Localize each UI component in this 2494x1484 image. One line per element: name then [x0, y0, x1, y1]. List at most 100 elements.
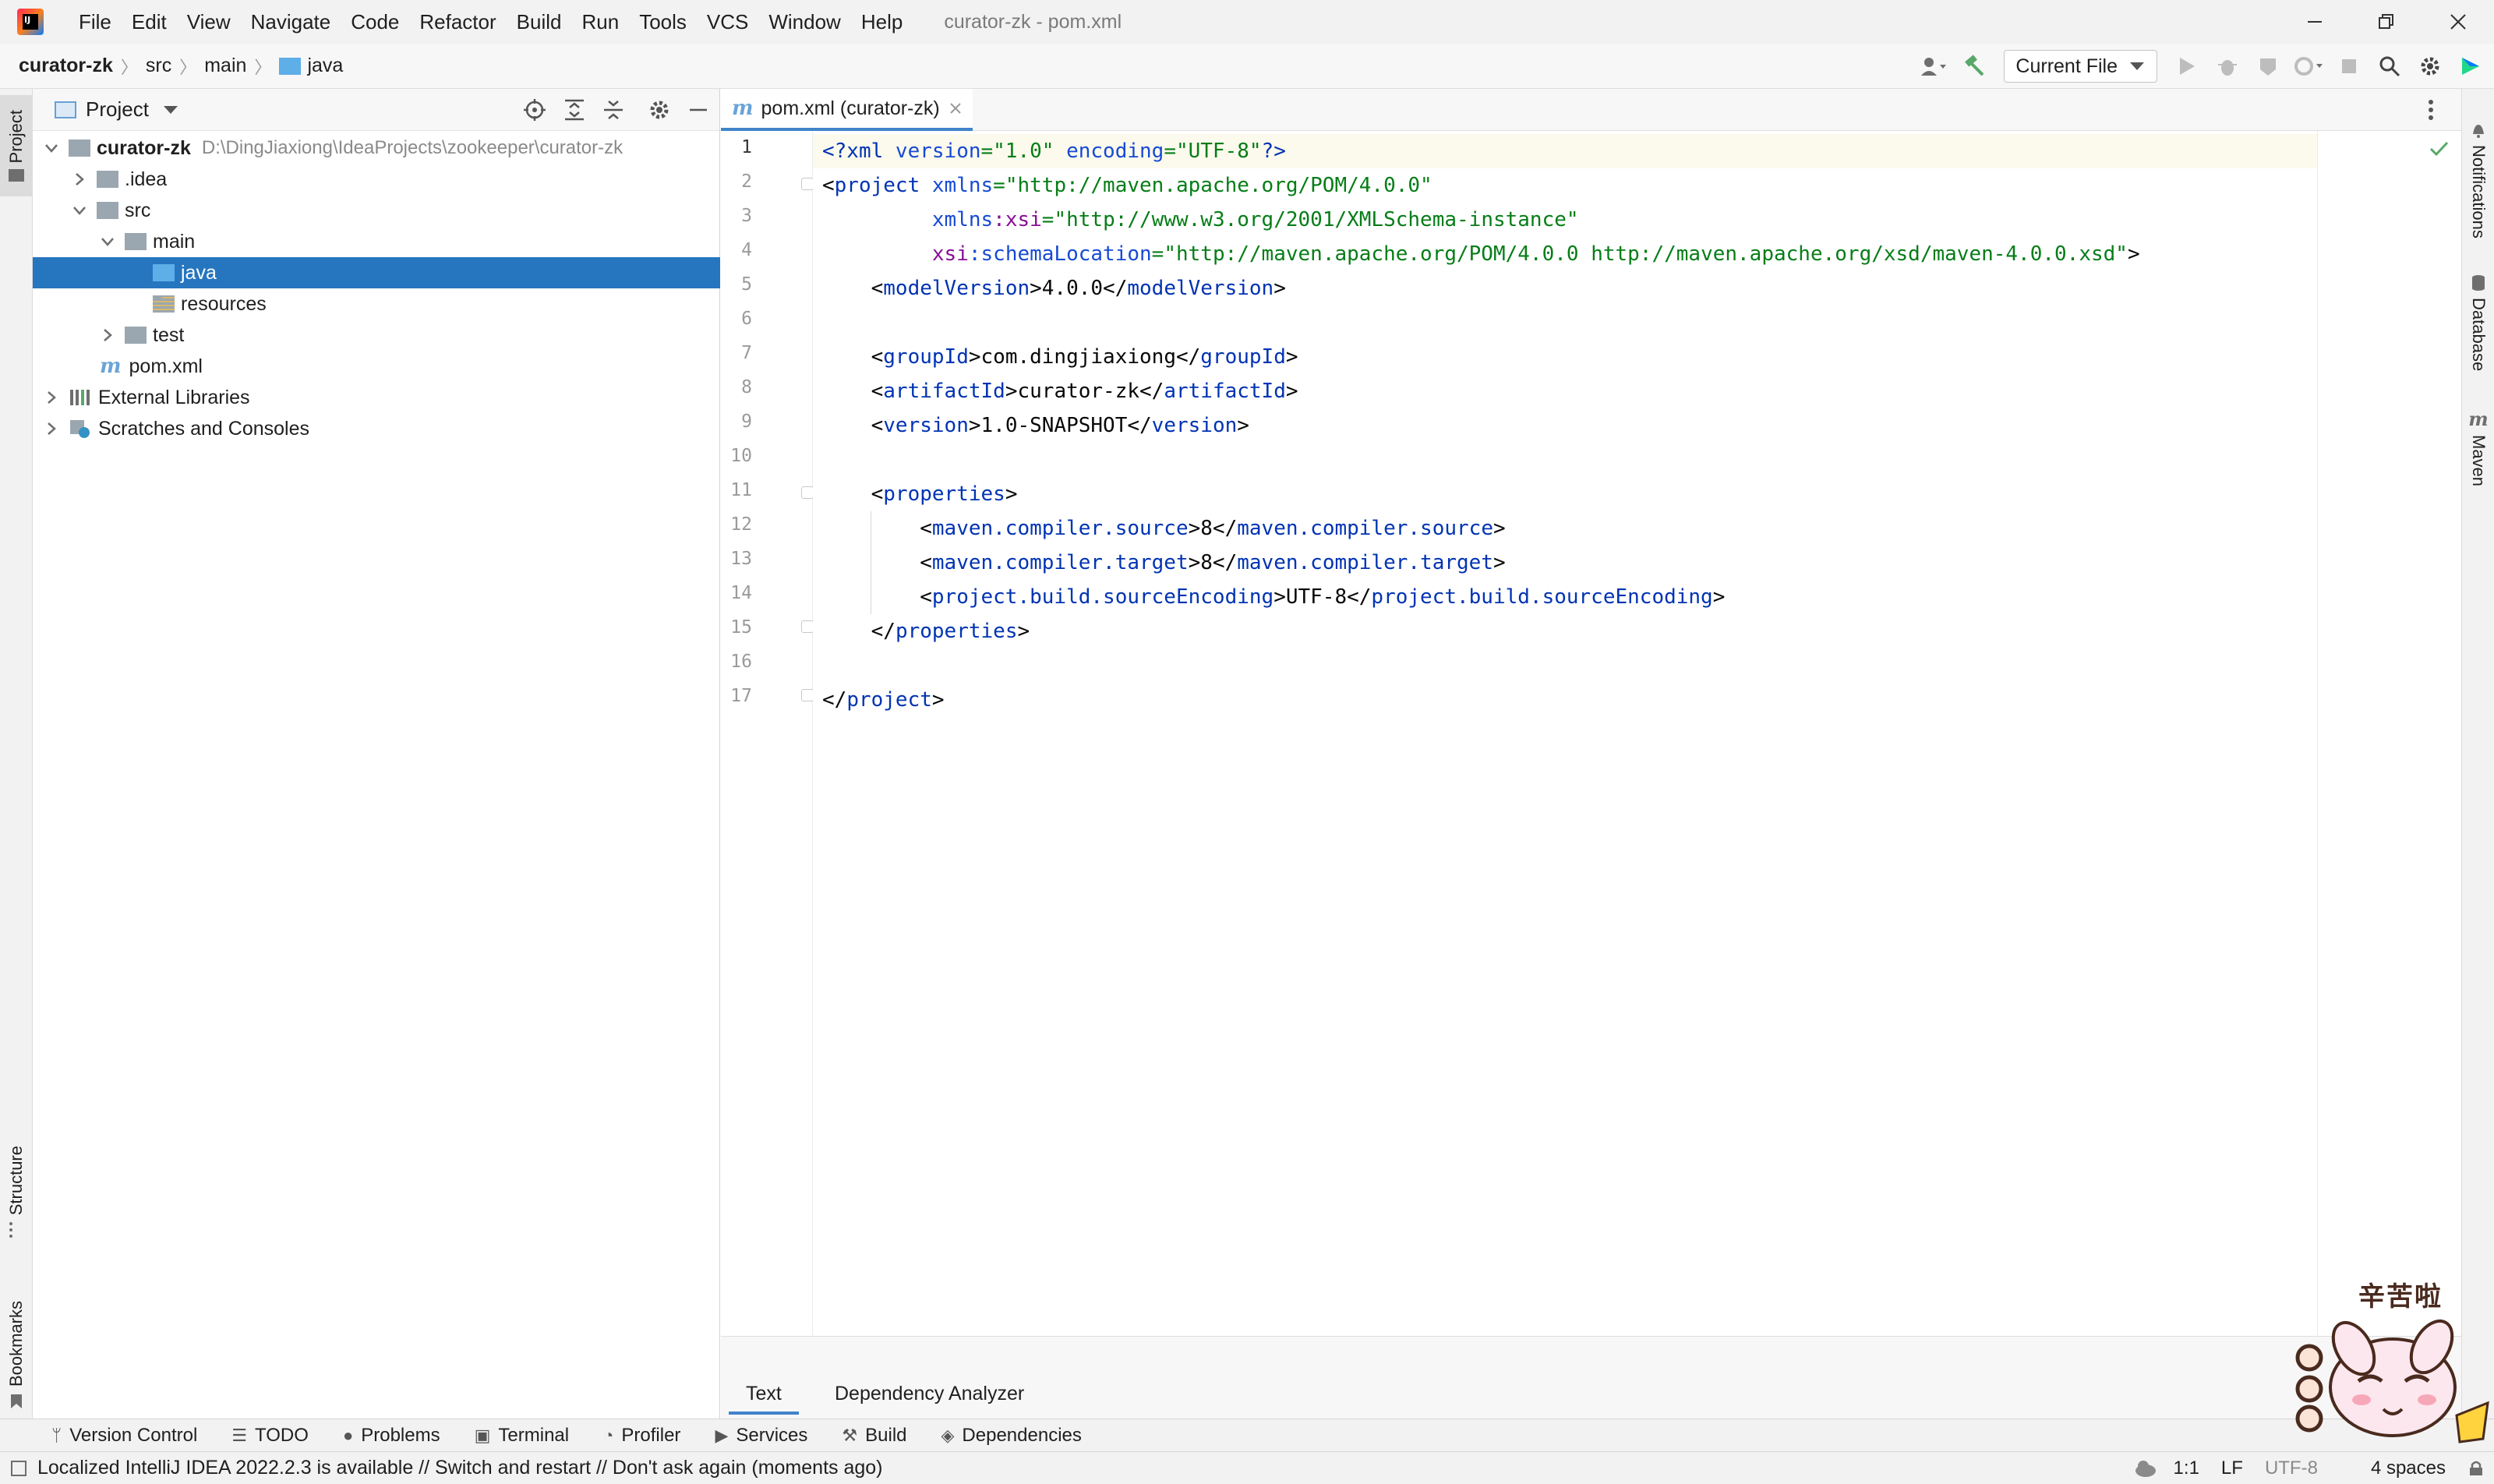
menu-refactor[interactable]: Refactor — [409, 0, 506, 44]
tree-item-scratches[interactable]: Scratches and Consoles — [33, 413, 720, 444]
fold-marker[interactable] — [801, 178, 814, 190]
tree-item-test[interactable]: test — [33, 320, 720, 351]
chevron-down-icon[interactable] — [163, 105, 178, 115]
tab-maven[interactable]: m Maven — [2462, 401, 2494, 494]
search-everywhere-button[interactable] — [2372, 49, 2407, 83]
tree-item-path: D:\DingJiaxiong\IdeaProjects\zookeeper\c… — [201, 137, 624, 158]
code-line: <project.build.sourceEncoding>UTF-8</pro… — [920, 585, 1726, 609]
chevron-right-icon[interactable] — [72, 171, 87, 187]
run-button[interactable] — [2170, 49, 2204, 83]
tree-item-src[interactable]: src — [33, 195, 720, 226]
line-separator[interactable]: LF — [2221, 1458, 2243, 1479]
settings-button[interactable] — [2413, 49, 2447, 83]
breadcrumb-main[interactable]: main — [204, 55, 246, 77]
tree-item-java[interactable]: java — [33, 257, 720, 288]
chevron-down-icon[interactable] — [44, 140, 59, 156]
minimize-button[interactable] — [2279, 0, 2351, 44]
menu-file[interactable]: File — [69, 0, 122, 44]
tab-project[interactable]: Project — [0, 95, 33, 196]
toolwindow-version-control[interactable]: ᛘ Version Control — [51, 1425, 197, 1447]
main-toolbar: Current File — [1913, 44, 2494, 89]
expand-all-icon[interactable] — [563, 98, 585, 122]
chevron-right-icon[interactable] — [44, 421, 59, 436]
close-window-button[interactable] — [2422, 0, 2494, 44]
tab-database[interactable]: Database — [2462, 268, 2494, 377]
tab-structure[interactable]: Structure — [0, 1133, 33, 1250]
menu-navigate[interactable]: Navigate — [241, 0, 341, 44]
toolwindow-dependencies[interactable]: ◈ Dependencies — [941, 1425, 1082, 1447]
chevron-right-icon[interactable] — [44, 390, 59, 405]
code-editor[interactable]: <?xml version="1.0" encoding="UTF-8"?> <… — [813, 131, 2460, 1336]
editor-tab-pom[interactable]: m pom.xml (curator-zk) — [721, 89, 973, 131]
menu-run[interactable]: Run — [571, 0, 629, 44]
tree-item-main[interactable]: main — [33, 226, 720, 257]
run-with-coverage-button[interactable] — [2251, 49, 2285, 83]
tab-bookmarks[interactable]: Bookmarks — [0, 1281, 33, 1429]
intellij-logo-icon: IJ — [17, 9, 44, 35]
fold-marker[interactable] — [801, 486, 814, 499]
menu-build[interactable]: Build — [507, 0, 572, 44]
cloud-sync-icon[interactable] — [2133, 1458, 2158, 1479]
chevron-down-icon[interactable] — [72, 203, 87, 218]
tree-item-label: pom.xml — [129, 355, 203, 377]
tree-item-curator-zk[interactable]: curator-zk D:\DingJiaxiong\IdeaProjects\… — [33, 132, 720, 164]
lock-icon[interactable] — [2468, 1460, 2485, 1477]
window-title: curator-zk - pom.xml — [944, 10, 1122, 33]
hide-panel-icon[interactable] — [688, 98, 708, 122]
gear-icon[interactable] — [648, 98, 671, 122]
breadcrumb-project[interactable]: curator-zk — [19, 55, 113, 77]
menu-tools[interactable]: Tools — [629, 0, 697, 44]
list-icon: ☰ — [231, 1425, 248, 1445]
navigation-bar: curator-zk 〉 src 〉 main 〉 java Current F… — [0, 44, 2494, 89]
menu-edit[interactable]: Edit — [122, 0, 177, 44]
toolwindow-services[interactable]: ▶ Services — [715, 1425, 807, 1447]
status-message[interactable]: Localized IntelliJ IDEA 2022.2.3 is avai… — [37, 1457, 883, 1479]
tree-item-idea[interactable]: .idea — [33, 164, 720, 195]
more-options-icon[interactable] — [2427, 98, 2435, 122]
caret-position[interactable]: 1:1 — [2174, 1458, 2199, 1479]
indent-setting[interactable]: 4 spaces — [2371, 1458, 2446, 1479]
breadcrumb-java[interactable]: java — [307, 55, 343, 77]
chevron-right-icon[interactable] — [100, 327, 115, 343]
toolbox-button[interactable] — [2453, 49, 2488, 83]
tree-item-label: main — [153, 230, 196, 253]
menu-window[interactable]: Window — [758, 0, 850, 44]
tree-item-external-libraries[interactable]: External Libraries — [33, 382, 720, 413]
restore-button[interactable] — [2351, 0, 2422, 44]
chevron-down-icon[interactable] — [100, 234, 115, 249]
collapse-all-icon[interactable] — [602, 98, 624, 122]
profile-button[interactable] — [2291, 49, 2326, 83]
fold-marker[interactable] — [801, 689, 814, 701]
toolwindow-label: Terminal — [498, 1424, 570, 1446]
toolwindow-profiler[interactable]: ◔ Profiler — [603, 1425, 680, 1447]
stop-button[interactable] — [2332, 49, 2366, 83]
toolwindow-problems[interactable]: ● Problems — [343, 1425, 440, 1447]
tab-dependency-analyzer[interactable]: Dependency Analyzer — [818, 1376, 1041, 1415]
tab-notifications[interactable]: Notifications — [2462, 106, 2494, 254]
line-number: 8 — [741, 377, 752, 398]
toolwindow-build[interactable]: ⚒ Build — [842, 1425, 906, 1447]
toggle-tool-windows-icon[interactable] — [11, 1460, 26, 1476]
profiler-icon: ◔ — [603, 1425, 614, 1445]
locate-file-icon[interactable] — [523, 98, 546, 122]
menu-view[interactable]: View — [177, 0, 241, 44]
user-menu-button[interactable] — [1916, 49, 1951, 83]
tree-item-resources[interactable]: resources — [33, 288, 720, 320]
toolwindow-todo[interactable]: ☰ TODO — [231, 1425, 309, 1447]
project-panel-title[interactable]: Project — [86, 97, 149, 122]
close-tab-icon[interactable] — [949, 102, 962, 115]
fold-marker[interactable] — [801, 620, 814, 633]
breadcrumb-src[interactable]: src — [146, 55, 171, 77]
debug-button[interactable] — [2210, 49, 2245, 83]
toolwindow-terminal[interactable]: ▣ Terminal — [475, 1425, 570, 1447]
menu-help[interactable]: Help — [851, 0, 913, 44]
maven-icon: m — [2468, 408, 2489, 431]
tab-text[interactable]: Text — [729, 1376, 799, 1415]
file-encoding[interactable]: UTF-8 — [2265, 1458, 2318, 1479]
run-configuration-selector[interactable]: Current File — [2004, 50, 2157, 83]
menu-vcs[interactable]: VCS — [697, 0, 758, 44]
menu-code[interactable]: Code — [341, 0, 409, 44]
tree-item-pom[interactable]: m pom.xml — [33, 351, 720, 382]
build-project-button[interactable] — [1957, 49, 1991, 83]
no-problems-check-icon[interactable] — [2429, 140, 2450, 157]
